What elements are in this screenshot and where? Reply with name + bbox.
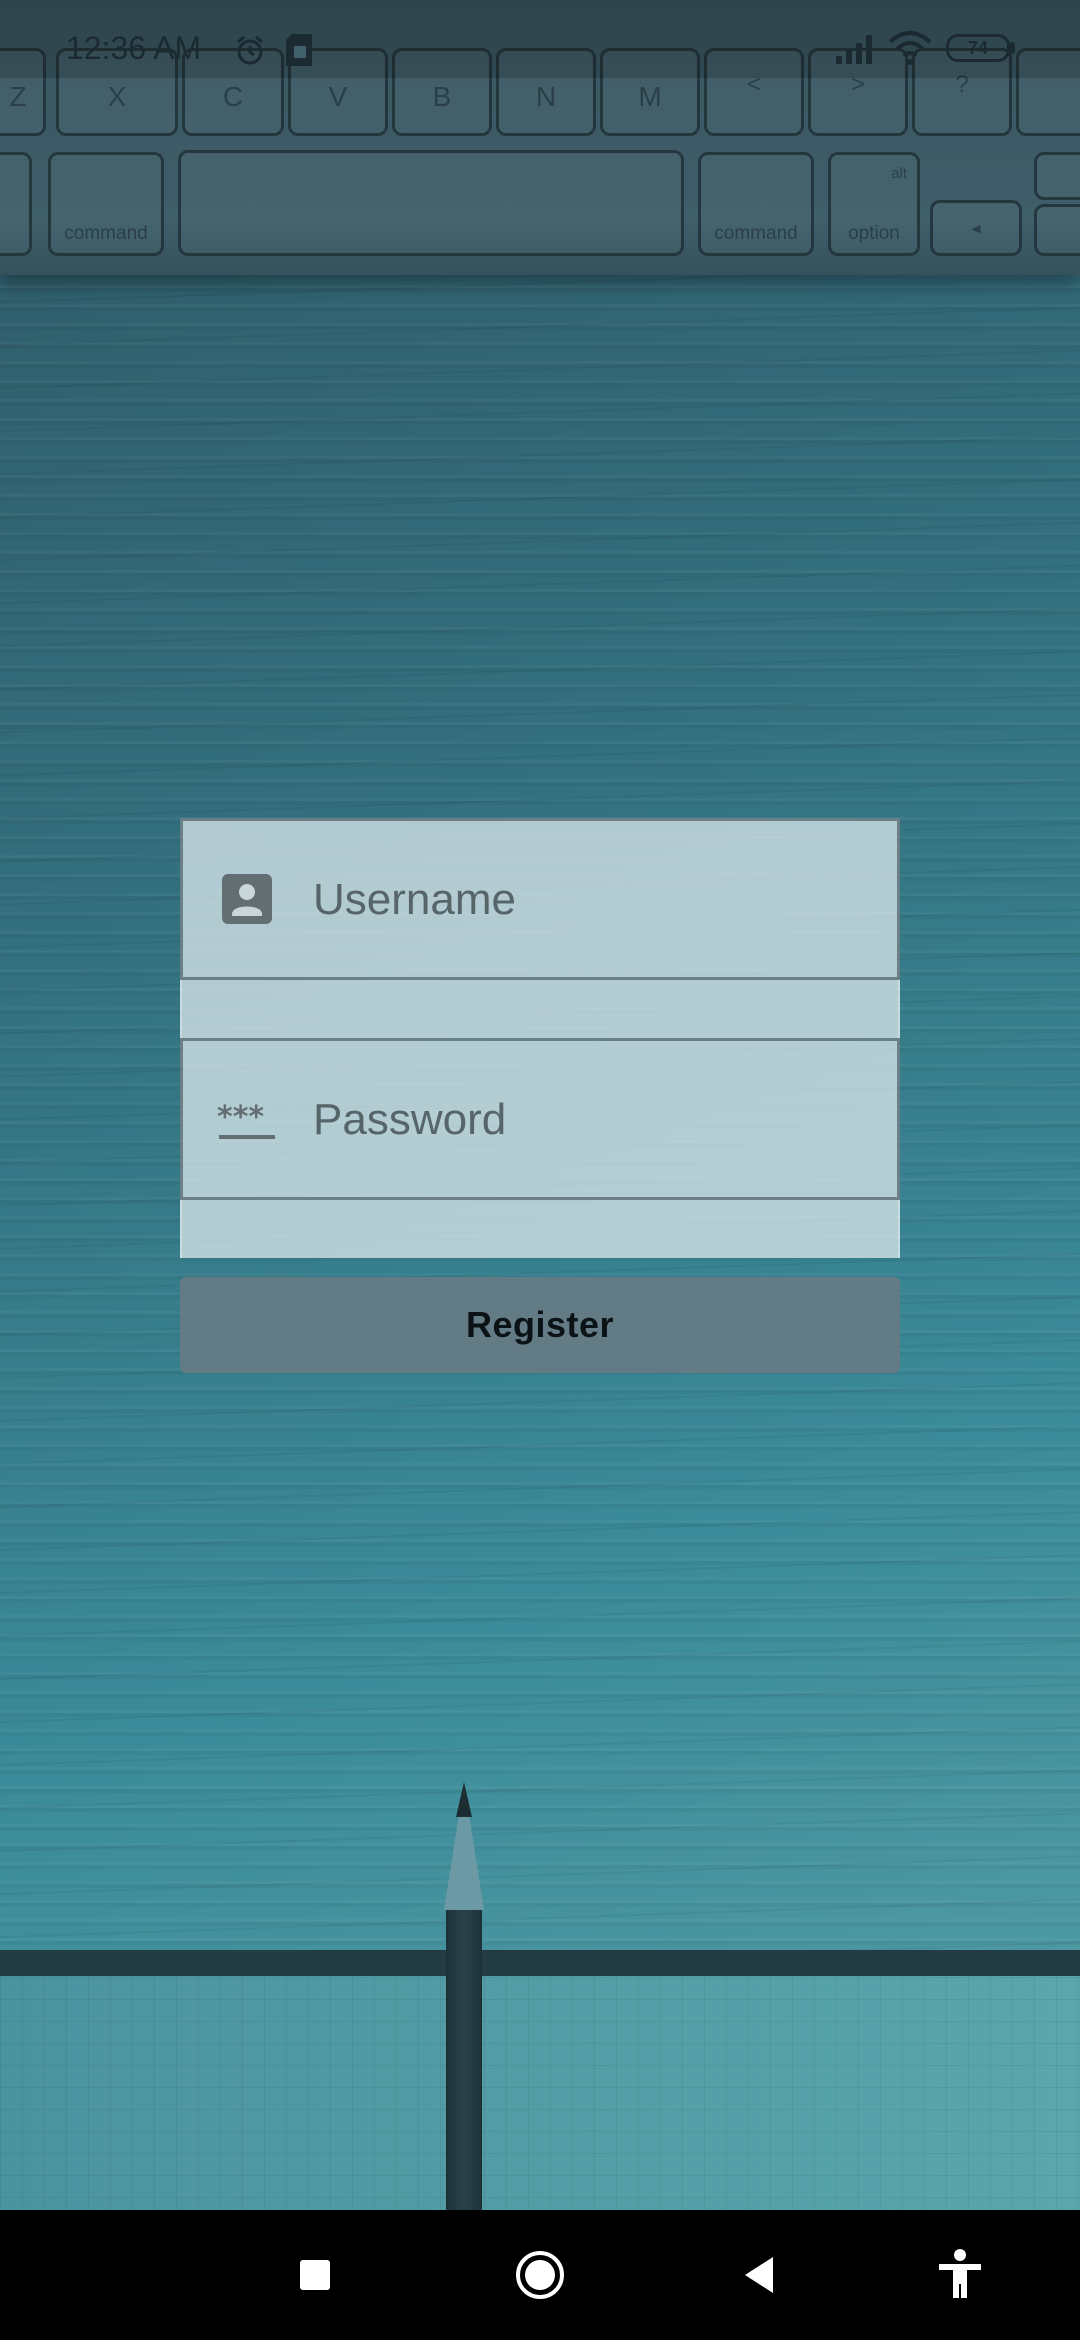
background-pencil — [446, 1905, 482, 2210]
background-notebook-edge — [0, 1950, 1080, 1976]
keyboard-key-command: command — [48, 152, 164, 256]
keyboard-key-option: option alt — [828, 152, 920, 256]
accessibility-icon[interactable] — [925, 2240, 995, 2310]
background-notebook — [0, 1955, 1080, 2210]
password-icon: *** — [217, 1100, 275, 1139]
username-field[interactable] — [180, 818, 900, 980]
register-button[interactable]: Register — [180, 1277, 900, 1373]
password-helper-area — [180, 1200, 900, 1258]
account-box-icon — [222, 874, 272, 924]
keyboard-key — [0, 152, 32, 256]
register-form: *** — [180, 818, 900, 1258]
recents-icon[interactable] — [280, 2240, 350, 2310]
status-time: 12:36 AM — [66, 30, 202, 66]
sim-card-icon — [286, 34, 312, 66]
keyboard-key-arrow: ◂ — [930, 200, 1022, 256]
home-icon[interactable] — [505, 2240, 575, 2310]
battery-icon: 74 — [946, 34, 1010, 62]
status-bar: 12:36 AM 74 — [0, 0, 1080, 78]
username-input[interactable] — [313, 865, 873, 935]
password-field[interactable]: *** — [180, 1038, 900, 1200]
keyboard-key-arrow — [1034, 204, 1080, 256]
svg-text:***: *** — [217, 1100, 264, 1135]
register-screen: Z X C V B N M < > ? command command opti… — [0, 0, 1080, 2340]
background-pencil-lead — [456, 1782, 472, 1817]
battery-level: 74 — [967, 38, 989, 58]
back-icon[interactable] — [725, 2240, 795, 2310]
keyboard-spacebar — [178, 150, 684, 256]
wifi-icon — [888, 31, 932, 65]
keyboard-key-arrow — [1034, 152, 1080, 200]
username-helper-area — [180, 980, 900, 1038]
password-input[interactable] — [313, 1085, 873, 1155]
alarm-icon — [237, 35, 263, 65]
keyboard-key-command: command — [698, 152, 814, 256]
battery-tip — [1010, 42, 1015, 54]
navigation-bar — [0, 2210, 1080, 2340]
signal-icon — [836, 35, 872, 64]
